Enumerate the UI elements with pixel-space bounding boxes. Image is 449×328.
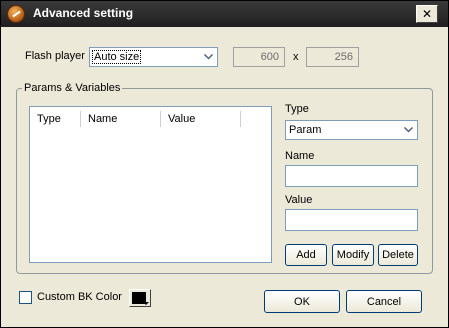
value-label: Value: [285, 194, 313, 206]
name-label: Name: [285, 150, 315, 162]
column-header-type[interactable]: Type: [30, 107, 81, 129]
player-width-field[interactable]: 600: [233, 47, 285, 67]
param-value-field[interactable]: [285, 209, 418, 231]
delete-button[interactable]: Delete: [378, 244, 418, 266]
param-name-field[interactable]: [285, 165, 418, 187]
column-header-name[interactable]: Name: [81, 107, 161, 129]
window-title: Advanced setting: [33, 6, 134, 20]
flash-player-size-select[interactable]: Auto size: [89, 47, 218, 67]
flash-player-size-value: Auto size: [91, 50, 142, 64]
ok-button[interactable]: OK: [264, 290, 340, 313]
caret-down-icon: [143, 302, 149, 305]
player-height-field[interactable]: 256: [306, 47, 359, 67]
flash-player-label: Flash player: [25, 50, 85, 62]
params-list[interactable]: Type Name Value: [29, 106, 272, 263]
close-button[interactable]: ✕: [416, 5, 438, 23]
params-list-header: Type Name Value: [30, 107, 271, 129]
cancel-button[interactable]: Cancel: [346, 290, 422, 313]
type-label: Type: [285, 103, 309, 115]
param-type-select[interactable]: Param: [285, 120, 418, 140]
chevron-down-icon: [399, 121, 417, 139]
dimension-separator: x: [293, 51, 299, 63]
app-logo-icon: [7, 5, 25, 23]
column-header-value[interactable]: Value: [161, 107, 241, 129]
bk-color-picker[interactable]: [129, 289, 151, 307]
param-type-value: Param: [289, 124, 322, 136]
chevron-down-icon: [199, 48, 217, 66]
add-button[interactable]: Add: [285, 244, 327, 266]
custom-bk-color-checkbox[interactable]: [19, 291, 32, 304]
close-icon: ✕: [421, 7, 433, 21]
params-variables-group-label: Params & Variables: [22, 82, 123, 94]
advanced-setting-dialog: Advanced setting ✕ Flash player Auto siz…: [0, 0, 449, 328]
modify-button[interactable]: Modify: [332, 244, 374, 266]
custom-bk-color-label: Custom BK Color: [37, 291, 122, 303]
title-bar: Advanced setting ✕: [1, 1, 448, 27]
